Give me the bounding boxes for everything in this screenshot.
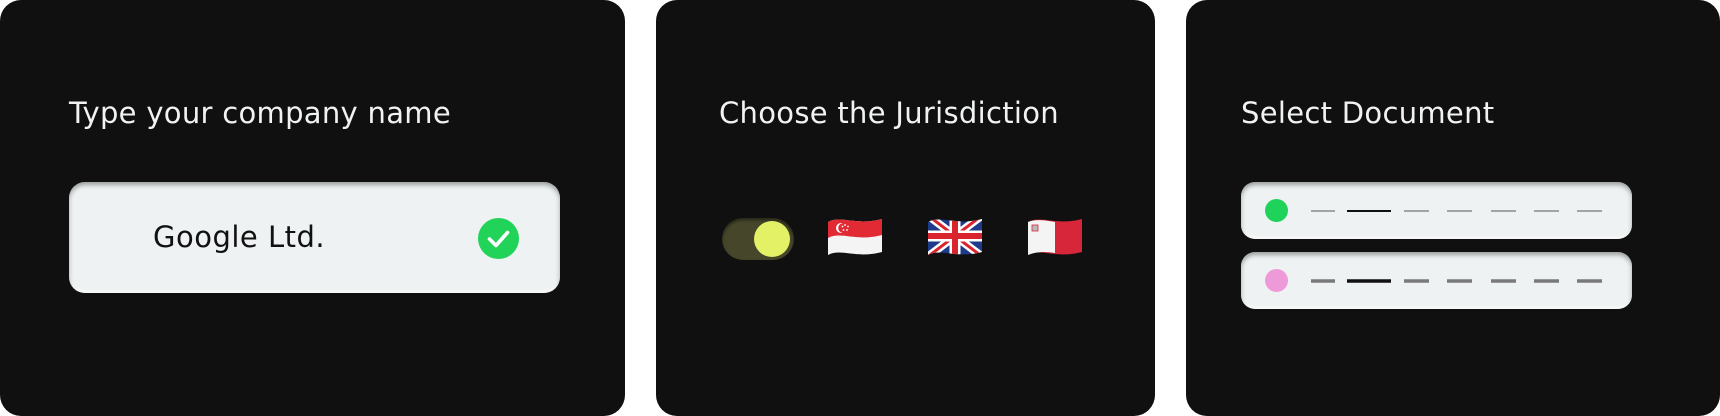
jurisdiction-card: Choose the Jurisdiction xyxy=(656,0,1155,416)
jurisdiction-toggle[interactable] xyxy=(722,218,794,260)
document-card-title: Select Document xyxy=(1241,96,1495,130)
jurisdiction-card-title: Choose the Jurisdiction xyxy=(719,96,1059,130)
document-status-dot xyxy=(1265,199,1288,222)
company-name-value[interactable]: Google Ltd. xyxy=(153,220,325,254)
document-placeholder-lines xyxy=(1311,279,1602,283)
singapore-flag-icon[interactable] xyxy=(826,214,884,258)
document-option-2[interactable] xyxy=(1241,252,1632,309)
company-name-input[interactable]: Google Ltd. xyxy=(69,182,560,293)
company-card-title: Type your company name xyxy=(69,96,451,130)
document-status-dot xyxy=(1265,269,1288,292)
united-kingdom-flag-icon[interactable] xyxy=(926,214,984,258)
document-option-1[interactable] xyxy=(1241,182,1632,239)
toggle-knob xyxy=(754,221,790,257)
check-circle-icon xyxy=(478,218,519,259)
document-placeholder-lines xyxy=(1311,210,1602,212)
company-name-card: Type your company name Google Ltd. xyxy=(0,0,625,416)
document-card: Select Document xyxy=(1186,0,1720,416)
malta-flag-icon[interactable] xyxy=(1026,214,1084,258)
